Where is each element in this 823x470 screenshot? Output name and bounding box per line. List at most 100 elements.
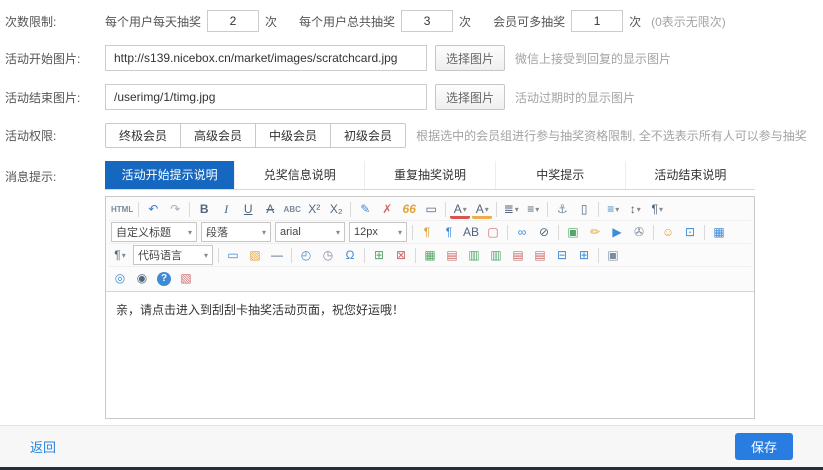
back-link[interactable]: 返回 <box>30 437 56 456</box>
text-align-icon[interactable]: ≡▾ <box>603 200 623 219</box>
code-language-select[interactable]: 代码语言▾ <box>133 245 213 265</box>
insert-code-icon[interactable]: ▭ <box>421 200 441 219</box>
message-tab-4[interactable]: 中奖提示 <box>495 161 625 189</box>
delete-row-icon[interactable]: ▤ <box>508 246 528 265</box>
merge-cells-icon[interactable]: ⊟ <box>552 246 572 265</box>
format-painter-icon[interactable]: ✎ <box>355 200 375 219</box>
preview-icon[interactable]: ◎ <box>110 269 130 288</box>
font-color-icon[interactable]: A▾ <box>450 200 470 219</box>
letter-spacing-icon[interactable]: AB <box>461 223 481 242</box>
paragraph-select[interactable]: 段落▾ <box>201 222 271 242</box>
line-height-icon[interactable]: ↕▾ <box>625 200 645 219</box>
member-option-2[interactable]: 高级会员 <box>180 123 256 148</box>
limit-label: 次数限制: <box>5 13 105 30</box>
insert-template-icon[interactable]: ▦ <box>709 223 729 242</box>
anchor-icon[interactable]: ⚓ <box>552 200 572 219</box>
drafts-icon[interactable]: ▧ <box>176 269 196 288</box>
insert-col-icon[interactable]: ▥ <box>486 246 506 265</box>
highlight-icon[interactable]: ▧ <box>245 246 265 265</box>
editor-content[interactable]: 亲，请点击进入到刮刮卡抽奖活动页面，祝您好运哦！ <box>106 292 754 418</box>
save-button[interactable]: 保存 <box>735 433 793 460</box>
start-image-content: 选择图片 微信上接受到回复的显示图片 <box>105 45 671 71</box>
strikethrough-icon[interactable]: A <box>260 200 280 219</box>
gmap-icon[interactable]: ⊠ <box>391 246 411 265</box>
source-icon[interactable]: HTML <box>110 200 134 219</box>
rtl-icon[interactable]: ¶ <box>439 223 459 242</box>
attachment-icon[interactable]: ✇ <box>629 223 649 242</box>
toolbar-separator <box>415 248 416 263</box>
bold-icon[interactable]: B <box>194 200 214 219</box>
end-image-select-button[interactable]: 选择图片 <box>435 84 505 110</box>
background-color-icon[interactable]: A▾ <box>472 200 492 219</box>
remove-format-icon[interactable]: ✗ <box>377 200 397 219</box>
ordered-list-icon[interactable]: ≣▾ <box>501 200 521 219</box>
image-icon[interactable]: ▣ <box>563 223 583 242</box>
message-tab-5[interactable]: 活动结束说明 <box>625 161 755 189</box>
unlink-icon[interactable]: ⊘ <box>534 223 554 242</box>
member-option-3[interactable]: 中级会员 <box>255 123 331 148</box>
snapscreen-icon[interactable]: ⊡ <box>680 223 700 242</box>
paragraph-spacing-icon[interactable]: ¶▾ <box>647 200 667 219</box>
spellcheck-icon[interactable]: ABC <box>282 200 302 219</box>
toolbar-separator <box>653 225 654 240</box>
toolbar-separator <box>507 225 508 240</box>
special-chars-icon[interactable]: Ω <box>340 246 360 265</box>
search-replace-icon[interactable]: ◉ <box>132 269 152 288</box>
scrawl-icon[interactable]: ✏ <box>585 223 605 242</box>
print-icon[interactable]: ▣ <box>603 246 623 265</box>
message-label: 消息提示: <box>5 161 105 185</box>
toolbar-separator <box>218 248 219 263</box>
horizontal-rule-icon[interactable]: — <box>267 246 287 265</box>
ltr-icon[interactable]: ¶ <box>417 223 437 242</box>
end-image-input[interactable] <box>105 84 427 110</box>
code-paragraph-icon[interactable]: ¶▾ <box>110 246 130 265</box>
video-icon[interactable]: ▶ <box>607 223 627 242</box>
end-image-row: 活动结束图片: 选择图片 活动过期时的显示图片 <box>5 84 823 110</box>
superscript-icon[interactable]: X² <box>304 200 324 219</box>
member-extra-label: 会员可多抽奖 <box>493 13 565 30</box>
italic-icon[interactable]: I <box>216 200 236 219</box>
date-icon[interactable]: ◴ <box>296 246 316 265</box>
per-day-input[interactable] <box>207 10 259 32</box>
end-image-hint: 活动过期时的显示图片 <box>515 89 635 106</box>
time-icon[interactable]: ◷ <box>318 246 338 265</box>
insert-row-icon[interactable]: ▥ <box>464 246 484 265</box>
delete-col-icon[interactable]: ▤ <box>530 246 550 265</box>
undo-icon[interactable]: ↶ <box>143 200 163 219</box>
delete-table-icon[interactable]: ▤ <box>442 246 462 265</box>
permission-label: 活动权限: <box>5 127 105 144</box>
toolbar-row-2: 自定义标题▾段落▾arial▾12px▾¶¶AB▢∞⊘▣✏▶✇☺⊡▦ <box>109 221 751 244</box>
font-size-select[interactable]: 12px▾ <box>349 222 407 242</box>
insert-frame-icon[interactable]: ▭ <box>223 246 243 265</box>
message-tab-3[interactable]: 重复抽奖说明 <box>364 161 494 189</box>
start-image-input[interactable] <box>105 45 427 71</box>
blockquote-icon[interactable]: 66 <box>399 200 419 219</box>
limit-row: 次数限制: 每个用户每天抽奖 次 每个用户总共抽奖 次 会员可多抽奖 次 (0表… <box>5 10 823 32</box>
toolbar-separator <box>704 225 705 240</box>
emotion-icon[interactable]: ☺ <box>658 223 678 242</box>
split-cells-icon[interactable]: ⊞ <box>574 246 594 265</box>
page-break-icon[interactable]: ▯ <box>574 200 594 219</box>
redo-icon[interactable]: ↷ <box>165 200 185 219</box>
custom-style-select[interactable]: 自定义标题▾ <box>111 222 197 242</box>
message-tab-1[interactable]: 活动开始提示说明 <box>105 161 234 189</box>
member-option-4[interactable]: 初级会员 <box>330 123 406 148</box>
toolbar-row-3: ¶▾代码语言▾▭▧—◴◷Ω⊞⊠▦▤▥▥▤▤⊟⊞▣ <box>109 244 751 267</box>
unordered-list-icon[interactable]: ≡▾ <box>523 200 543 219</box>
total-input[interactable] <box>401 10 453 32</box>
message-tab-2[interactable]: 兑奖信息说明 <box>234 161 364 189</box>
insert-table-icon[interactable]: ▦ <box>420 246 440 265</box>
total-unit: 次 <box>459 13 471 30</box>
help-icon[interactable]: ? <box>157 272 171 286</box>
map-icon[interactable]: ⊞ <box>369 246 389 265</box>
toolbar-separator <box>189 202 190 217</box>
underline-icon[interactable]: U <box>238 200 258 219</box>
member-option-1[interactable]: 终极会员 <box>105 123 181 148</box>
start-image-select-button[interactable]: 选择图片 <box>435 45 505 71</box>
subscript-icon[interactable]: X₂ <box>326 200 346 219</box>
editor-toolbar: HTML↶↷BIUAABCX²X₂✎✗66▭A▾A▾≣▾≡▾⚓▯≡▾↕▾¶▾ 自… <box>106 197 754 292</box>
font-family-select[interactable]: arial▾ <box>275 222 345 242</box>
member-extra-input[interactable] <box>571 10 623 32</box>
clear-doc-icon[interactable]: ▢ <box>483 223 503 242</box>
link-icon[interactable]: ∞ <box>512 223 532 242</box>
